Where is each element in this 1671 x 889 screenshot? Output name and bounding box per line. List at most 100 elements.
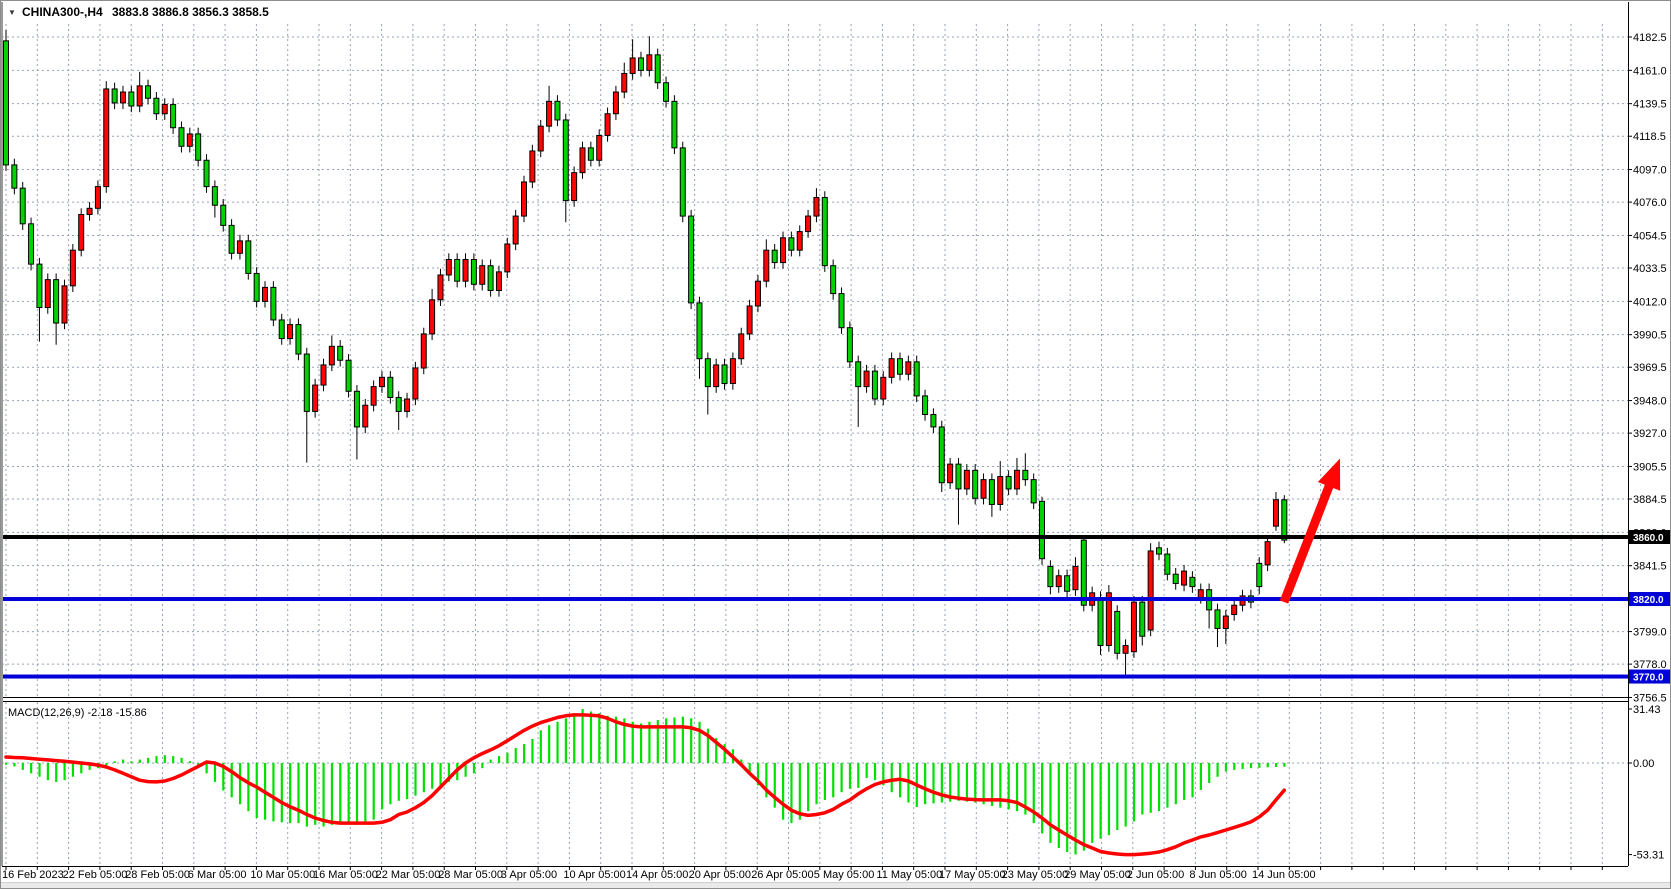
candle xyxy=(939,421,944,492)
candle-body-bull xyxy=(513,216,518,244)
macd-histogram-bar xyxy=(607,716,609,763)
price-tick-label: 3948.0 xyxy=(1633,396,1667,408)
candle-body-bear xyxy=(897,359,902,375)
price-tick-label: 4012.0 xyxy=(1633,296,1667,308)
candle xyxy=(831,259,836,299)
macd-histogram-bar xyxy=(1083,763,1085,851)
time-tick-label: 6 Mar 05:00 xyxy=(188,869,247,881)
candle-body-bull xyxy=(906,362,911,374)
time-tick-label: 22 Mar 05:00 xyxy=(376,869,441,881)
candle-body-bear xyxy=(1115,611,1120,653)
price-tick-label: 3884.5 xyxy=(1633,494,1667,506)
candle-body-bull xyxy=(764,250,769,281)
macd-histogram-bar xyxy=(824,763,826,800)
candle-body-bear xyxy=(304,354,309,411)
macd-histogram-bar xyxy=(289,763,291,823)
candle-body-bull xyxy=(505,244,510,272)
macd-histogram-bar xyxy=(506,753,508,763)
candle-body-bear xyxy=(229,225,234,253)
candle-body-bull xyxy=(1056,576,1061,587)
macd-histogram-bar xyxy=(481,763,483,768)
macd-histogram-bar xyxy=(1100,763,1102,839)
macd-histogram-bar xyxy=(632,722,634,763)
time-tick-label: 20 Apr 05:00 xyxy=(689,869,751,881)
macd-histogram-bar xyxy=(1041,763,1043,833)
candle-body-bear xyxy=(1190,577,1195,586)
macd-histogram-bar xyxy=(815,763,817,804)
macd-histogram-bar xyxy=(1216,763,1218,777)
time-tick-label: 29 May 05:00 xyxy=(1064,869,1131,881)
candle xyxy=(254,267,259,307)
candle-body-bear xyxy=(212,187,217,206)
candle xyxy=(1106,585,1111,652)
candle-body-bear xyxy=(847,328,852,362)
candle xyxy=(70,244,75,292)
time-tick-label: 5 May 05:00 xyxy=(814,869,875,881)
support-line[interactable] xyxy=(2,675,1628,679)
candle-body-bear xyxy=(1023,470,1028,479)
macd-histogram-bar xyxy=(832,763,834,797)
candle-body-bull xyxy=(1265,542,1270,565)
support-line[interactable] xyxy=(2,597,1628,601)
candle-body-bear xyxy=(1282,500,1287,540)
candle-body-bull xyxy=(187,134,192,146)
price-tick-label: 4139.5 xyxy=(1633,99,1667,111)
candle xyxy=(655,49,660,89)
candle-body-bull xyxy=(45,280,50,308)
candle xyxy=(747,300,752,340)
candle-body-bear xyxy=(54,280,59,323)
macd-histogram-bar xyxy=(423,763,425,792)
bottom-strip xyxy=(0,882,1671,889)
macd-tick-label: 0.00 xyxy=(1633,758,1654,770)
candle-body-bear xyxy=(664,83,669,102)
time-tick-label: 14 Jun 05:00 xyxy=(1252,869,1316,881)
macd-histogram-bar xyxy=(30,763,32,773)
candle xyxy=(847,321,852,368)
macd-histogram-bar xyxy=(1275,763,1277,767)
macd-histogram-bar xyxy=(256,763,258,818)
macd-histogram-bar xyxy=(398,763,400,801)
candle-body-bear xyxy=(471,259,476,284)
time-tick-label: 8 Jun 05:00 xyxy=(1189,869,1247,881)
candle-body-bull xyxy=(321,365,326,385)
price-tick-label: 4097.0 xyxy=(1633,165,1667,177)
macd-histogram-bar xyxy=(281,763,283,822)
resistance-line[interactable] xyxy=(2,535,1628,539)
candle-body-bull xyxy=(739,334,744,359)
candle-body-bear xyxy=(296,325,301,354)
candle-body-bear xyxy=(1140,602,1145,636)
candle-body-bull xyxy=(605,114,610,136)
candle-body-bull xyxy=(1131,602,1136,652)
macd-histogram-bar xyxy=(581,709,583,763)
candle-body-bear xyxy=(1048,566,1053,586)
candle-body-bear xyxy=(1098,597,1103,645)
candle xyxy=(29,218,34,271)
candle-body-bear xyxy=(196,134,201,160)
chart-title-symbol: CHINA300-,H4 xyxy=(22,5,103,19)
candle xyxy=(513,210,518,250)
macd-histogram-bar xyxy=(314,763,316,825)
macd-histogram-bar xyxy=(1166,763,1168,808)
macd-histogram-bar xyxy=(214,763,216,782)
candle-body-bear xyxy=(488,266,493,291)
macd-histogram-bar xyxy=(47,763,49,780)
macd-histogram-bar xyxy=(1233,763,1235,770)
time-tick-label: 3 Apr 05:00 xyxy=(501,869,557,881)
candle-body-bear xyxy=(680,148,685,216)
candle-body-bear xyxy=(29,224,34,264)
candle-body-bull xyxy=(814,197,819,216)
time-tick-label: 14 Apr 05:00 xyxy=(626,869,688,881)
time-tick-label: 11 May 05:00 xyxy=(876,869,942,881)
trading-chart[interactable]: 4182.54161.04139.54118.54097.04076.04054… xyxy=(0,0,1671,889)
badge-label: 3770.0 xyxy=(1633,673,1664,684)
candle-body-bear xyxy=(839,294,844,328)
macd-histogram-bar xyxy=(1116,763,1118,830)
macd-histogram-bar xyxy=(490,760,492,763)
macd-histogram-bar xyxy=(139,760,141,763)
candle-body-bull xyxy=(1223,616,1228,628)
macd-histogram-bar xyxy=(206,763,208,773)
candle-body-bear xyxy=(931,415,936,427)
candle xyxy=(839,287,844,334)
macd-histogram-bar xyxy=(473,763,475,773)
symbol-dropdown-icon[interactable]: ▼ xyxy=(8,8,16,17)
